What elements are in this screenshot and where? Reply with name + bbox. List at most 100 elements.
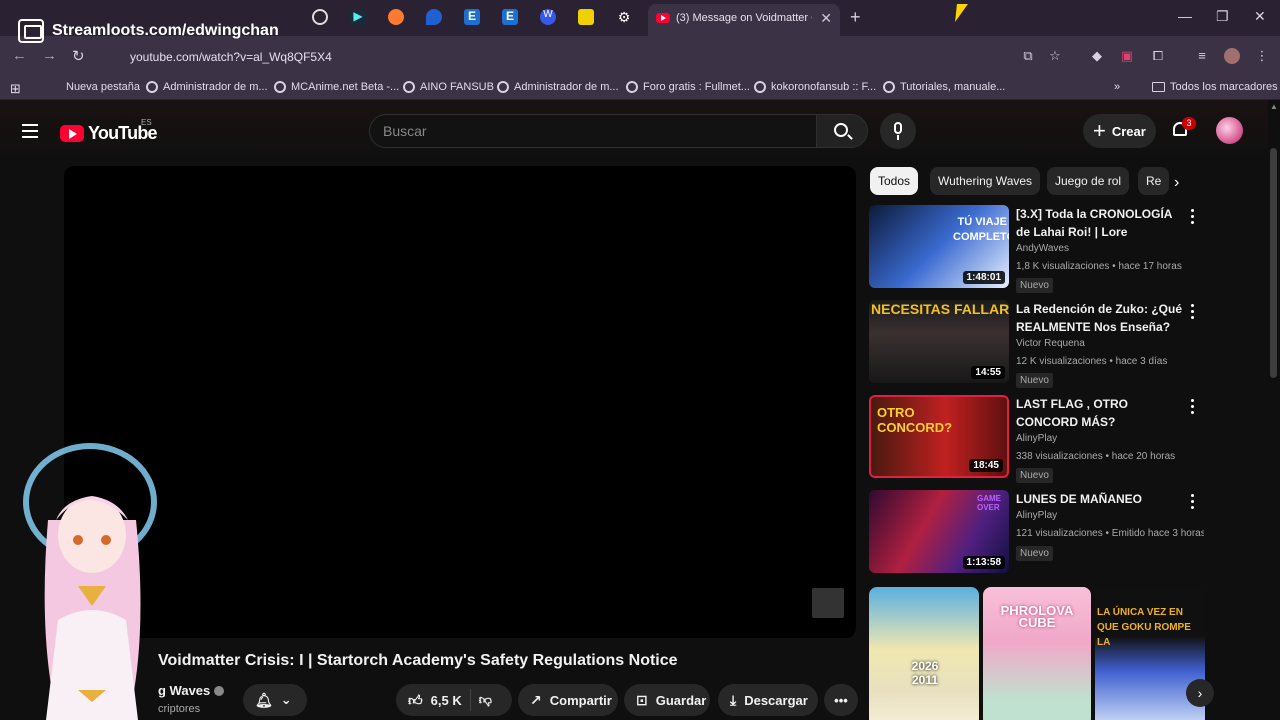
search-input[interactable]: [383, 123, 783, 139]
tab-favicon[interactable]: E: [464, 9, 480, 25]
bookmark-item[interactable]: Administrador de m...: [146, 81, 268, 93]
search-button[interactable]: [816, 114, 868, 148]
shorts-card[interactable]: 2026 2011: [869, 587, 979, 720]
channel-name[interactable]: AlinyPlay: [1016, 510, 1057, 521]
share-button[interactable]: ↗ Compartir: [518, 684, 618, 716]
kebab-menu-icon[interactable]: [1191, 209, 1195, 225]
like-icon[interactable]: 👍︎: [408, 692, 423, 709]
new-badge: Nuevo: [1016, 546, 1053, 561]
tab-close-icon[interactable]: ✕: [820, 10, 832, 27]
bookmarks-bar: ⊞ Nueva pestaña Administrador de m... MC…: [0, 76, 1280, 100]
channel-name[interactable]: AlinyPlay: [1016, 433, 1057, 444]
apps-icon[interactable]: ⊞: [10, 81, 21, 97]
active-tab[interactable]: (3) Message on Voidmatter Crisis ✕: [648, 4, 840, 36]
page-scrollbar[interactable]: ▲: [1268, 100, 1280, 720]
bookmark-item[interactable]: Tutoriales, manuale...: [883, 81, 1005, 93]
channel-name[interactable]: AndyWaves: [1016, 243, 1069, 254]
menu-icon[interactable]: [22, 124, 38, 138]
chip-juego-de-rol[interactable]: Juego de rol: [1047, 167, 1130, 195]
minimize-button[interactable]: —: [1178, 8, 1192, 24]
more-icon: •••: [834, 692, 848, 708]
tab-favicon[interactable]: ▶: [350, 9, 366, 25]
extension-icon[interactable]: ◆: [1089, 48, 1105, 64]
maximize-button[interactable]: ❐: [1216, 8, 1229, 25]
video-thumbnail[interactable]: GAME OVER 1:13:58: [869, 490, 1009, 573]
puzzle-icon[interactable]: ⧠: [1150, 48, 1166, 64]
tab-favicon[interactable]: [312, 9, 328, 25]
globe-icon: [274, 81, 286, 93]
video-player[interactable]: [64, 166, 856, 638]
video-thumbnail[interactable]: NECESITAS FALLAR 14:55: [869, 300, 1009, 383]
kebab-menu-icon[interactable]: [1191, 494, 1195, 510]
voice-search-button[interactable]: [880, 113, 916, 149]
new-tab-button[interactable]: +: [850, 7, 861, 28]
mouse-cursor-icon: [955, 4, 968, 22]
chip-wuthering-waves[interactable]: Wuthering Waves: [930, 167, 1041, 195]
bookmark-item[interactable]: MCAnime.net Beta -...: [274, 81, 399, 93]
video-duration: 18:45: [969, 459, 1003, 472]
reload-button[interactable]: ↻: [72, 47, 85, 65]
create-button[interactable]: + Crear: [1083, 114, 1156, 148]
bookmark-item[interactable]: AINO FANSUB: [403, 81, 494, 93]
download-button[interactable]: ⤓ Descargar: [718, 684, 818, 716]
search-box[interactable]: [369, 114, 817, 148]
subscription-bell-button[interactable]: 🔔︎ ⌄: [243, 684, 307, 716]
notifications-button[interactable]: 3: [1170, 117, 1196, 140]
search-icon: [834, 123, 848, 137]
recommended-video[interactable]: NECESITAS FALLAR 14:55 La Redención de Z…: [869, 300, 1209, 388]
like-count[interactable]: 6,5 K: [431, 693, 462, 708]
youtube-favicon-icon: [656, 13, 670, 23]
dislike-icon[interactable]: 👎︎: [479, 692, 492, 708]
recommended-video[interactable]: TÚ VIAJE COMPLETO 1:48:01 [3.X] Toda la …: [869, 205, 1209, 293]
channel-name[interactable]: Victor Requena: [1016, 338, 1085, 349]
chevron-right-icon[interactable]: ›: [1174, 174, 1179, 192]
tab-favicon[interactable]: [388, 9, 404, 25]
video-title: LAST FLAG , OTRO CONCORD MÁS?: [1016, 397, 1128, 429]
kebab-menu-icon[interactable]: ⋮: [1254, 48, 1270, 64]
youtube-logo[interactable]: YouTube ES: [60, 118, 158, 144]
microphone-icon: [894, 122, 902, 134]
kebab-menu-icon[interactable]: [1191, 399, 1195, 415]
shorts-text: 2026 2011: [911, 659, 939, 687]
video-thumbnail[interactable]: OTRO CONCORD? 18:45: [869, 395, 1009, 478]
media-icon[interactable]: ≡: [1194, 48, 1210, 64]
watermark-icon: [812, 588, 844, 618]
bookmark-star-icon[interactable]: ☆: [1047, 48, 1063, 64]
account-avatar[interactable]: [1216, 117, 1243, 144]
video-meta: 338 visualizaciones • hace 20 horas: [1016, 451, 1176, 462]
chip-partial[interactable]: Re: [1138, 167, 1170, 195]
country-code: ES: [141, 118, 152, 127]
extension-icon[interactable]: ▣: [1119, 48, 1135, 64]
video-meta: 1,8 K visualizaciones • hace 17 horas: [1016, 261, 1182, 272]
tab-favicon[interactable]: W: [540, 9, 556, 25]
streamloots-overlay: Streamloots.com/edwingchan: [18, 14, 279, 48]
profile-avatar[interactable]: [1224, 48, 1240, 64]
video-thumbnail[interactable]: TÚ VIAJE COMPLETO 1:48:01: [869, 205, 1009, 288]
chevron-right-icon[interactable]: ›: [1186, 679, 1214, 707]
bookmark-item[interactable]: Nueva pestaña: [66, 81, 140, 93]
kebab-menu-icon[interactable]: [1191, 304, 1195, 320]
tab-favicon[interactable]: [426, 9, 442, 25]
tab-favicon[interactable]: ⚙: [616, 9, 632, 25]
vtuber-avatar-overlay: [23, 443, 157, 720]
cast-icon[interactable]: ⧉: [1020, 48, 1036, 64]
save-button[interactable]: ⊡ Guardar: [624, 684, 710, 716]
url-text: youtube.com/watch?v=al_Wq8QF5X4: [130, 50, 332, 64]
tab-favicon[interactable]: [578, 9, 594, 25]
tab-favicon[interactable]: E: [502, 9, 518, 25]
more-actions-button[interactable]: •••: [824, 684, 858, 716]
scrollbar-thumb[interactable]: [1270, 148, 1277, 378]
recommended-video[interactable]: OTRO CONCORD? 18:45 LAST FLAG , OTRO CON…: [869, 395, 1209, 483]
window-close-button[interactable]: ✕: [1254, 8, 1266, 25]
bookmark-item[interactable]: Administrador de m...: [497, 81, 619, 93]
like-dislike-group: 👍︎ 6,5 K 👎︎: [396, 684, 512, 716]
back-button[interactable]: ←: [12, 47, 27, 64]
recommended-video[interactable]: GAME OVER 1:13:58 LUNES DE MAÑANEO Aliny…: [869, 490, 1209, 578]
all-bookmarks-folder[interactable]: Todos los marcadores: [1152, 81, 1278, 93]
chip-todos[interactable]: Todos: [870, 167, 919, 195]
more-bookmarks-icon[interactable]: »: [1114, 81, 1120, 93]
forward-button[interactable]: →: [42, 47, 57, 64]
shorts-card[interactable]: PHROLOVA CUBE: [983, 587, 1091, 720]
bookmark-item[interactable]: kokoronofansub :: F...: [754, 81, 876, 93]
bookmark-item[interactable]: Foro gratis : Fullmet...: [626, 81, 750, 93]
